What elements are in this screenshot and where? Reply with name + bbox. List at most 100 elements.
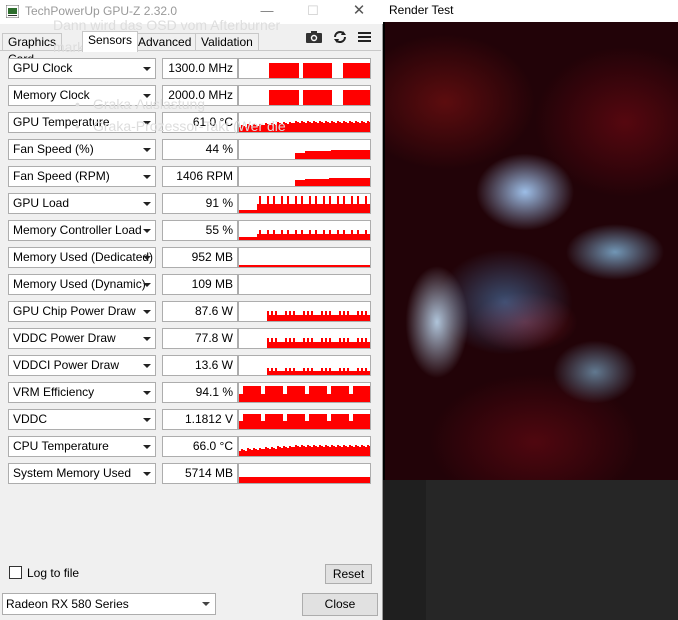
log-to-file-label: Log to file <box>27 566 80 580</box>
graph-bar <box>249 386 251 402</box>
graph-bar <box>327 421 329 429</box>
graph-bar <box>279 371 281 375</box>
graph-bar <box>239 451 241 456</box>
sensor-name-dropdown[interactable]: GPU Clock <box>8 58 156 79</box>
graph-bar <box>289 311 291 321</box>
gpu-select[interactable]: Radeon RX 580 Series <box>2 593 216 615</box>
sensor-row: GPU Chip Power Draw 87.6 W <box>8 301 372 322</box>
graph-bar <box>297 414 299 429</box>
graph-bar <box>337 121 339 132</box>
graph-bar <box>255 386 257 402</box>
graph-bar <box>277 342 279 348</box>
sensor-name-dropdown[interactable]: Fan Speed (%) <box>8 139 156 160</box>
reset-button[interactable]: Reset <box>325 564 372 584</box>
sensor-name-dropdown[interactable]: Fan Speed (RPM) <box>8 166 156 187</box>
graph-bar <box>299 414 301 429</box>
graph-bar <box>343 178 345 186</box>
graph-bar <box>317 447 319 456</box>
graph-bar <box>317 342 319 348</box>
graph-bar <box>325 414 327 429</box>
graph-bar <box>363 150 365 159</box>
graph-bar <box>299 123 301 132</box>
sensor-value: 55 % <box>162 220 238 241</box>
tab-sensors[interactable]: Sensors <box>82 31 139 52</box>
graph-bar <box>327 151 329 159</box>
close-button[interactable]: Close <box>302 593 378 616</box>
graph-bar <box>287 124 289 132</box>
graph-bar <box>297 153 299 159</box>
graph-bar <box>347 178 349 186</box>
graph-bar <box>335 150 337 159</box>
graph-bar <box>367 371 369 375</box>
graph-bar <box>325 338 327 348</box>
graph-bar <box>269 342 271 348</box>
graph-bar <box>249 449 251 456</box>
sensor-name: Memory Used (Dedicated) <box>13 250 154 264</box>
render-title-bar[interactable]: Render Test <box>383 0 678 22</box>
graph-bar <box>335 414 337 429</box>
sensor-value: 109 MB <box>162 274 238 295</box>
graph-bar <box>277 446 279 456</box>
sensor-name-dropdown[interactable]: GPU Chip Power Draw <box>8 301 156 322</box>
graph-bar <box>299 386 301 402</box>
graph-bar <box>273 386 275 402</box>
graph-bar <box>295 371 297 375</box>
graph-bar <box>265 386 267 402</box>
graph-bar <box>341 447 343 456</box>
sensor-name-dropdown[interactable]: VRM Efficiency <box>8 382 156 403</box>
graph-bar <box>365 414 367 429</box>
sensor-name-dropdown[interactable]: System Memory Used <box>8 463 156 484</box>
graph-bar <box>297 371 299 375</box>
sensor-name-dropdown[interactable]: Memory Used (Dynamic) <box>8 274 156 295</box>
sensor-name-dropdown[interactable]: VDDC <box>8 409 156 430</box>
graph-bar <box>335 342 337 348</box>
graph-bar <box>283 394 285 402</box>
log-to-file-checkbox[interactable] <box>9 566 22 579</box>
sensor-name-dropdown[interactable]: Memory Used (Dedicated) <box>8 247 156 268</box>
graph-bar <box>269 315 271 321</box>
graph-bar <box>291 447 293 456</box>
graph-bar <box>311 386 313 402</box>
graph-bar <box>257 386 259 402</box>
graph-bar <box>359 342 361 348</box>
sensor-value: 94.1 % <box>162 382 238 403</box>
graph-bar <box>329 368 331 375</box>
sensor-name-dropdown[interactable]: VDDC Power Draw <box>8 328 156 349</box>
sensor-name-dropdown[interactable]: CPU Temperature <box>8 436 156 457</box>
graph-bar <box>319 151 321 159</box>
graph-bar <box>331 178 333 186</box>
graph-bar <box>281 342 283 348</box>
graph-bar <box>343 445 345 456</box>
sensor-name-dropdown[interactable]: GPU Load <box>8 193 156 214</box>
sensor-value: 87.6 W <box>162 301 238 322</box>
graph-bar <box>349 178 351 186</box>
sensor-name-dropdown[interactable]: VDDCI Power Draw <box>8 355 156 376</box>
graph-bar <box>271 338 273 348</box>
graph-bar <box>333 150 335 159</box>
sensor-name: Fan Speed (%) <box>13 142 94 156</box>
menu-icon[interactable] <box>356 29 374 45</box>
graph-bar <box>291 315 293 321</box>
chevron-down-icon <box>143 337 151 341</box>
graph-bar <box>347 368 349 375</box>
graph-bar <box>297 180 299 186</box>
graph-bar <box>333 414 335 429</box>
sensor-graph <box>238 382 371 403</box>
graph-bar <box>325 121 327 132</box>
sensor-graph-plot <box>267 338 370 348</box>
graph-bar <box>297 122 299 132</box>
graph-bar <box>305 447 307 456</box>
sensor-name-dropdown[interactable]: Memory Controller Load <box>8 220 156 241</box>
graph-bar <box>293 311 295 321</box>
refresh-icon[interactable] <box>331 29 349 45</box>
graph-bar <box>315 446 317 456</box>
sensor-graph <box>238 409 371 430</box>
window-close-button[interactable]: ✕ <box>336 0 382 24</box>
list-item: Graka-Prozessor-Takt (Wer die <box>53 115 286 137</box>
sensor-name: VDDC Power Draw <box>13 331 116 345</box>
graph-bar <box>319 342 321 348</box>
graph-bar <box>327 394 329 402</box>
graph-bar <box>313 151 315 159</box>
graph-bar <box>327 315 329 321</box>
graph-bar <box>335 371 337 375</box>
